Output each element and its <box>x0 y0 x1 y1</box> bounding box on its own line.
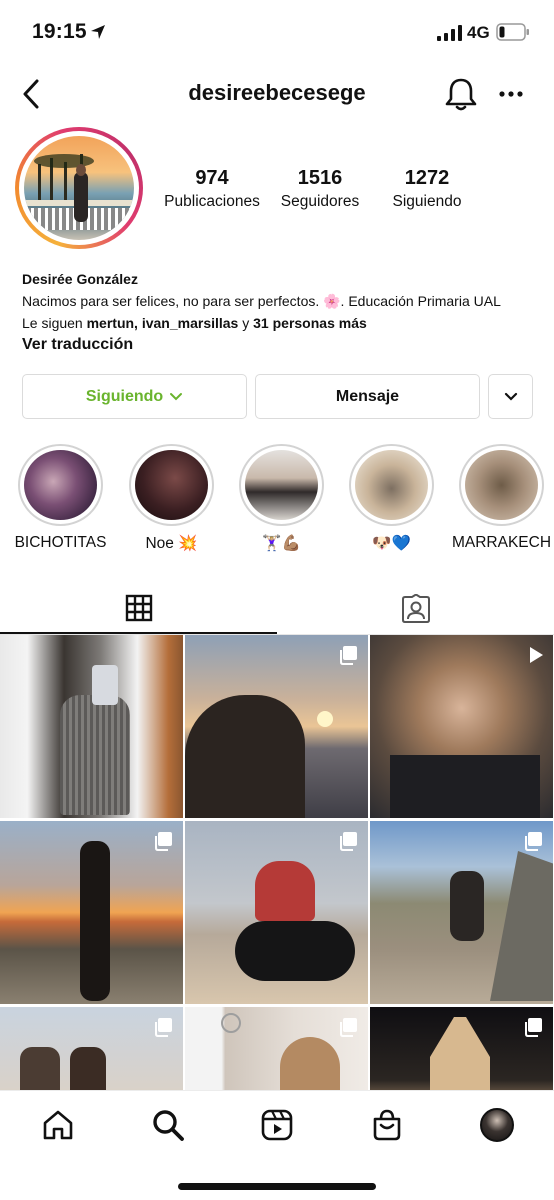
stat-following-value: 1272 <box>404 167 450 189</box>
post-thumbnail[interactable] <box>185 635 368 818</box>
signal-icon <box>437 25 462 41</box>
battery-icon <box>496 23 529 41</box>
stat-posts[interactable]: 974 Publicaciones <box>162 167 262 211</box>
profile-avatar-icon <box>480 1108 514 1142</box>
profile-full-name: Desirée González <box>22 271 138 287</box>
more-options-icon[interactable] <box>498 84 524 104</box>
post-thumbnail[interactable] <box>0 635 183 818</box>
post-thumbnail[interactable] <box>370 635 553 818</box>
reels-icon <box>261 1109 293 1141</box>
search-icon <box>153 1110 184 1141</box>
home-icon <box>43 1110 73 1140</box>
post-thumbnail[interactable] <box>0 1007 183 1090</box>
post-thumbnail[interactable] <box>370 821 553 1004</box>
profile-bio: Desirée González Nacimos para ser felice… <box>22 268 542 356</box>
story-highlight[interactable]: MARRAKECH <box>452 444 551 551</box>
suggested-accounts-button[interactable] <box>488 374 533 419</box>
tab-tagged[interactable] <box>277 583 554 634</box>
multiple-posts-icon <box>525 1018 542 1037</box>
following-button-label: Siguiendo <box>85 387 164 405</box>
multiple-posts-icon <box>530 647 543 663</box>
multiple-posts-icon <box>155 1018 172 1037</box>
story-highlight[interactable]: BICHOTITAS <box>15 444 106 551</box>
highlight-label: MARRAKECH <box>451 534 552 551</box>
nav-reels[interactable] <box>257 1105 297 1145</box>
stat-following[interactable]: 1272 Siguiendo <box>377 167 477 211</box>
post-thumbnail[interactable] <box>185 1007 368 1090</box>
nav-profile[interactable] <box>477 1105 517 1145</box>
stat-followers-value: 1516 <box>297 167 343 189</box>
highlight-cover <box>24 450 97 520</box>
network-type: 4G <box>467 23 490 42</box>
shop-icon <box>373 1109 401 1141</box>
profile-avatar <box>24 136 134 240</box>
grid-icon <box>125 594 152 621</box>
message-button[interactable]: Mensaje <box>255 374 480 419</box>
chevron-down-icon <box>504 392 517 401</box>
status-time: 19:15 <box>32 20 87 43</box>
highlight-cover <box>245 450 318 520</box>
profile-tabs <box>0 583 554 635</box>
bell-icon[interactable] <box>444 76 478 112</box>
stat-followers-label: Seguidores <box>280 193 360 210</box>
multiple-posts-icon <box>525 832 542 851</box>
stat-following-label: Siguiendo <box>392 193 462 210</box>
profile-avatar-story-ring[interactable] <box>15 127 143 249</box>
stat-followers[interactable]: 1516 Seguidores <box>270 167 370 211</box>
highlight-cover <box>355 450 428 520</box>
followed-by-text[interactable]: Le siguen mertun, ivan_marsillas y 31 pe… <box>22 312 542 334</box>
story-highlight[interactable]: 🏋🏼‍♀️💪🏽 <box>239 444 324 552</box>
story-highlight[interactable]: Noe 💥 <box>129 444 214 552</box>
multiple-posts-icon <box>340 832 357 851</box>
stat-posts-label: Publicaciones <box>164 193 260 210</box>
message-button-label: Mensaje <box>335 387 400 405</box>
multiple-posts-icon <box>340 646 357 665</box>
post-thumbnail[interactable] <box>0 821 183 1004</box>
tagged-icon <box>401 593 430 623</box>
multiple-posts-icon <box>155 832 172 851</box>
see-translation-link[interactable]: Ver traducción <box>22 334 542 356</box>
nav-shop[interactable] <box>367 1105 407 1145</box>
status-bar: 19:15 4G <box>0 0 554 62</box>
profile-header: desireebecesege <box>0 70 554 118</box>
location-arrow-icon <box>91 25 105 39</box>
posts-grid <box>0 635 554 1090</box>
chevron-down-icon <box>170 392 183 400</box>
multiple-posts-icon <box>340 1018 357 1037</box>
post-thumbnail[interactable] <box>185 821 368 1004</box>
highlight-cover <box>135 450 208 520</box>
bio-text: Nacimos para ser felices, no para ser pe… <box>22 293 501 309</box>
post-thumbnail[interactable] <box>370 1007 553 1090</box>
nav-home[interactable] <box>38 1105 78 1145</box>
following-button[interactable]: Siguiendo <box>22 374 247 419</box>
highlight-cover <box>465 450 538 520</box>
stat-posts-value: 974 <box>195 167 229 189</box>
story-highlight[interactable]: 🐶💙 <box>349 444 434 552</box>
tab-posts-grid[interactable] <box>0 583 277 634</box>
home-indicator[interactable] <box>178 1183 376 1190</box>
nav-search[interactable] <box>148 1105 188 1145</box>
